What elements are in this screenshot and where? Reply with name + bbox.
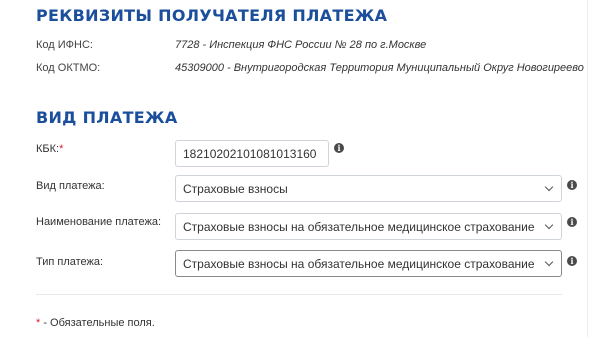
payment-type-select[interactable]: Страховые взносы bbox=[175, 175, 562, 202]
payment-section-title: ВИД ПЛАТЕЖА bbox=[36, 108, 178, 127]
payment-kind-info-icon[interactable]: i bbox=[567, 256, 577, 266]
payment-name-label: Наименование платежа: bbox=[36, 216, 162, 228]
payment-type-value: Страховые взносы bbox=[183, 182, 288, 196]
chevron-down-icon bbox=[544, 182, 554, 192]
payment-type-info-icon[interactable]: i bbox=[567, 180, 577, 190]
kbk-input-value: 18210202101081013160 bbox=[183, 147, 317, 161]
required-asterisk: * bbox=[59, 143, 64, 155]
payment-name-info-icon[interactable]: i bbox=[567, 217, 577, 227]
chevron-down-icon bbox=[544, 220, 554, 230]
kbk-input[interactable]: 18210202101081013160 bbox=[175, 140, 329, 167]
kbk-label: КБК:* bbox=[36, 143, 63, 156]
payment-type-label: Вид платежа: bbox=[36, 180, 105, 192]
ifns-value: 7728 - Инспекция ФНС России № 28 по г.Мо… bbox=[175, 39, 427, 51]
payment-kind-select[interactable]: Страховые взносы на обязательное медицин… bbox=[175, 250, 562, 277]
payment-kind-label: Тип платежа: bbox=[36, 256, 104, 268]
oktmo-value: 45309000 - Внутригородская Территория Му… bbox=[175, 62, 584, 74]
payment-kind-value: Страховые взносы на обязательное медицин… bbox=[183, 257, 537, 271]
divider bbox=[36, 294, 562, 295]
payment-name-value: Страховые взносы на обязательное медицин… bbox=[183, 220, 537, 234]
ifns-label: Код ИФНС: bbox=[36, 39, 93, 51]
payment-name-select[interactable]: Страховые взносы на обязательное медицин… bbox=[175, 213, 562, 240]
recipient-section-title: РЕКВИЗИТЫ ПОЛУЧАТЕЛЯ ПЛАТЕЖА bbox=[36, 6, 388, 25]
kbk-label-text: КБК: bbox=[36, 143, 60, 155]
page-edge-line bbox=[587, 0, 588, 337]
required-fields-note-text: - Обязательные поля. bbox=[40, 317, 155, 329]
required-fields-note: * - Обязательные поля. bbox=[36, 317, 155, 329]
oktmo-label: Код ОКТМО: bbox=[36, 62, 101, 74]
chevron-down-icon bbox=[544, 257, 554, 267]
kbk-info-icon[interactable]: i bbox=[334, 143, 344, 153]
